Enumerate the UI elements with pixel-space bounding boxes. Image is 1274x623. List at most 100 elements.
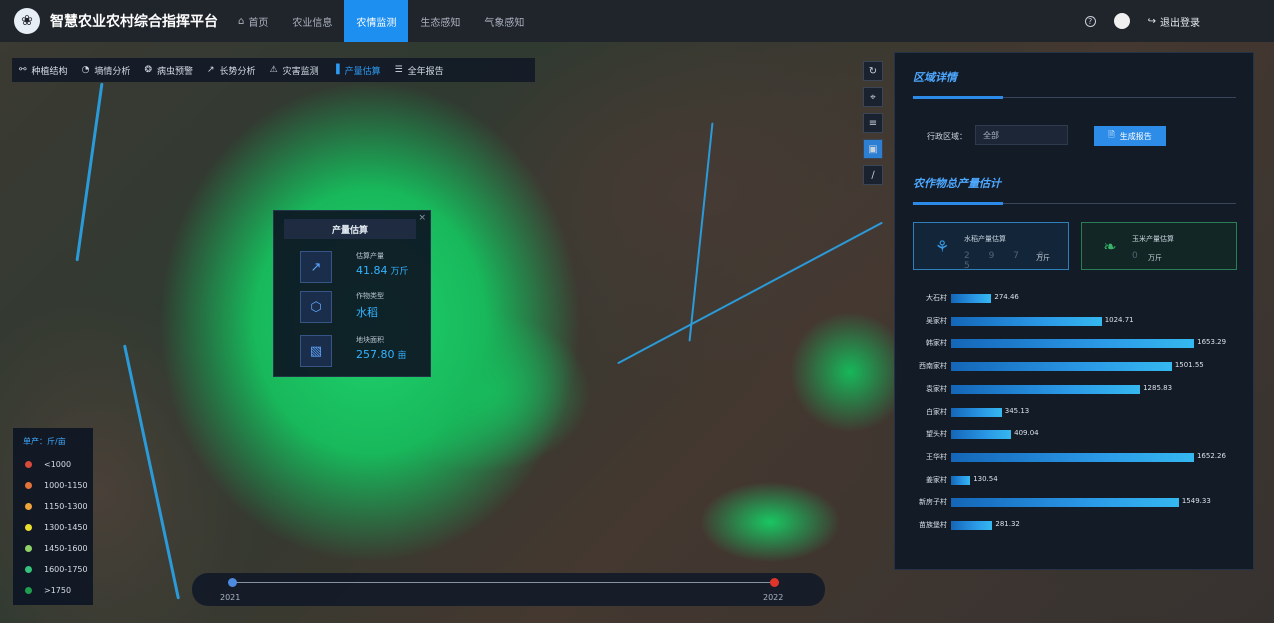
image-icon[interactable]: ▣ — [863, 139, 883, 159]
bar — [951, 430, 1012, 440]
link-icon: ⚯ — [19, 65, 27, 75]
divider — [913, 96, 1236, 99]
timeline-start-handle[interactable] — [228, 578, 237, 587]
nav-item-1[interactable]: 农业信息 — [280, 0, 344, 42]
nav-label: 农情监测 — [356, 17, 397, 29]
bar-row: 姜家村 130.54 — [895, 474, 1255, 486]
divider — [913, 202, 1236, 205]
locate-icon[interactable]: ⌖ — [863, 87, 883, 107]
tool-tab-0[interactable]: ⚯ 种植结构 — [12, 58, 75, 82]
tool-tab-6[interactable]: ☰ 全年报告 — [388, 58, 451, 82]
timeline-start-label: 2021 — [220, 593, 241, 602]
legend-swatch — [25, 523, 32, 531]
tool-tab-3[interactable]: ↗ 长势分析 — [200, 58, 263, 82]
layers-icon[interactable]: ≡ — [863, 113, 883, 133]
nav-item-2[interactable]: 农情监测 — [344, 0, 409, 42]
tool-tab-2[interactable]: ❂ 病虫预警 — [137, 58, 200, 82]
river — [688, 122, 714, 342]
bar — [951, 294, 992, 303]
legend-swatch — [25, 565, 32, 573]
yield-unit: 万斤 — [390, 267, 409, 277]
corn-icon: ❧ — [1103, 236, 1117, 256]
tool-tab-5[interactable]: ▐ 产量估算 — [326, 58, 388, 82]
popup-value: 水稻 — [356, 304, 384, 320]
bar — [951, 316, 1102, 326]
avatar[interactable] — [1113, 13, 1130, 29]
bar-value-label: 1652.26 — [1196, 451, 1226, 460]
legend-swatch — [25, 481, 32, 489]
bar-value-label: 1285.83 — [1143, 383, 1173, 392]
report-icon: ☰ — [394, 65, 403, 75]
tool-tab-1[interactable]: ◔ 墒情分析 — [75, 58, 138, 82]
bar-row: 白家村 345.13 — [895, 406, 1255, 418]
logout-label: 退出登录 — [1160, 17, 1200, 29]
popup-label: 地块面积 — [356, 336, 384, 344]
bar-row: 吴家村 1024.71 — [895, 315, 1255, 327]
legend-item: <1000 — [23, 460, 93, 469]
bar-category-label: 吴家村 — [926, 316, 947, 325]
legend-item: 1000-1150 — [23, 480, 93, 490]
popup-title: 产量估算 — [284, 219, 416, 239]
legend-label: >1750 — [44, 585, 72, 595]
bar-value-label: 345.13 — [1004, 406, 1030, 415]
timeline-end-handle[interactable] — [770, 578, 779, 587]
section-title: 农作物总产量估计 — [913, 177, 1001, 190]
legend-label: 1000-1150 — [44, 480, 88, 490]
timeline-track — [232, 582, 774, 583]
area-icon: ▧ — [300, 335, 332, 367]
bar — [951, 498, 1179, 508]
bar-value-label: 1549.33 — [1181, 497, 1211, 506]
legend-item: >1750 — [23, 585, 93, 595]
legend-item: 1450-1600 — [23, 544, 93, 553]
popup-label: 作物类型 — [356, 292, 384, 300]
tool-tab-label: 种植结构 — [31, 66, 68, 77]
bar-category-label: 望头村 — [926, 430, 947, 439]
legend-swatch — [25, 544, 32, 552]
ruler-icon[interactable]: ∕ — [863, 165, 883, 185]
section-title: 区域详情 — [913, 71, 957, 84]
tool-tab-label: 灾害监测 — [282, 66, 319, 77]
analysis-toolbar: ⚯ 种植结构 ◔ 墒情分析 ❂ 病虫预警 ↗ 长势分析 ⚠ 灾害监测 ▐ 产量估算 ☰ 全年报告 — [12, 58, 535, 82]
leaf-swirl-icon: ❀ — [14, 8, 40, 34]
rotate-icon[interactable]: ↻ — [863, 61, 883, 81]
tool-tab-4[interactable]: ⚠ 灾害监测 — [263, 58, 326, 82]
bar-category-label: 大石村 — [926, 294, 947, 302]
tool-tab-label: 全年报告 — [407, 66, 444, 77]
bar-category-label: 王华村 — [926, 452, 947, 461]
legend-swatch — [25, 502, 32, 510]
trend-chart-icon: ↗ — [300, 251, 332, 283]
nav-label: 气象感知 — [484, 17, 525, 29]
bar-row: 苗族堡村 281.32 — [895, 519, 1255, 531]
gauge-icon: ◔ — [81, 65, 90, 75]
popup-label: 估算产量 — [356, 252, 384, 260]
bar-category-label: 新房子村 — [919, 498, 947, 507]
bar — [951, 362, 1172, 372]
bar-value-label: 1653.29 — [1197, 338, 1227, 347]
timeline-end-label: 2022 — [763, 593, 784, 602]
region-select[interactable]: 全部 — [975, 125, 1068, 145]
yield-value: 41.84 — [356, 264, 388, 277]
bar — [951, 521, 993, 530]
top-bar: ❀ 智慧农业农村综合指挥平台 ⌂ 首页 农业信息 农情监测 生态感知 气象感知 ? ↪ 退… — [0, 0, 1274, 42]
bar-row: 王华村 1652.26 — [895, 451, 1255, 463]
home-icon: ⌂ — [238, 15, 245, 27]
nav-item-4[interactable]: 气象感知 — [472, 0, 536, 42]
nav-item-0[interactable]: ⌂ 首页 — [226, 0, 280, 42]
close-icon[interactable]: × — [418, 213, 426, 223]
year-timeline[interactable]: 2021 2022 — [192, 573, 825, 606]
logout-button[interactable]: ↪ 退出登录 — [1148, 14, 1200, 29]
bar-value-label: 274.46 — [994, 293, 1019, 301]
nav-label: 生态感知 — [420, 17, 461, 29]
nav-item-3[interactable]: 生态感知 — [408, 0, 472, 42]
bar-row: 大石村 274.46 — [895, 292, 1255, 304]
generate-report-button[interactable]: 🗎 生成报告 — [1094, 126, 1166, 146]
bar — [951, 384, 1141, 394]
legend-swatch — [25, 460, 32, 468]
bar — [951, 475, 971, 485]
bar-value-label: 130.54 — [973, 474, 998, 483]
bar-category-label: 西南家村 — [919, 362, 947, 371]
tool-tab-label: 墒情分析 — [94, 66, 131, 77]
help-icon[interactable]: ? — [1084, 15, 1096, 27]
bar-row: 新房子村 1549.33 — [895, 496, 1255, 508]
crop-value: 水稻 — [356, 306, 378, 319]
